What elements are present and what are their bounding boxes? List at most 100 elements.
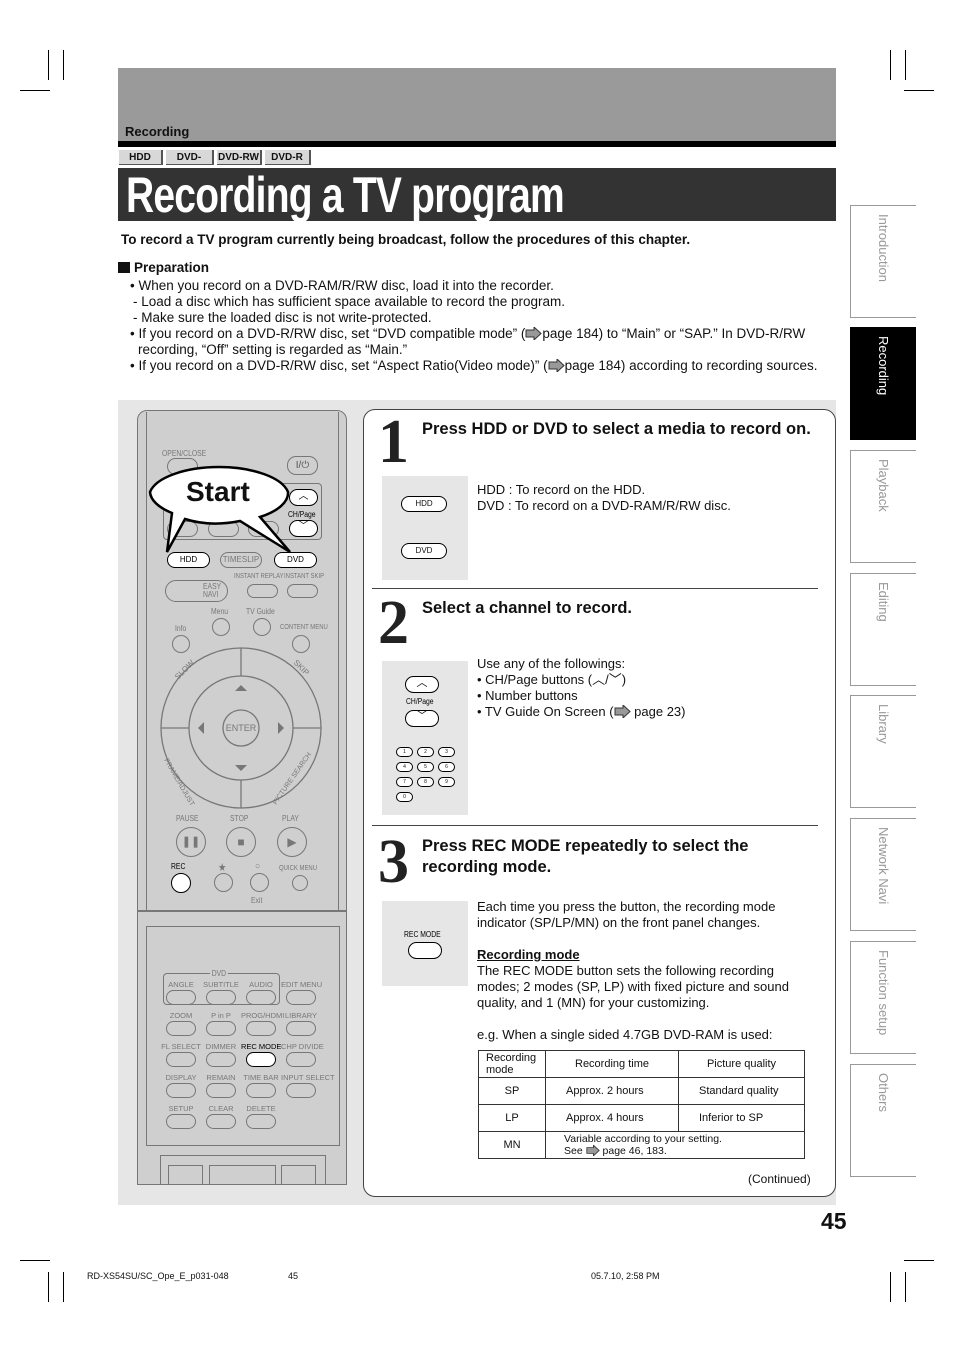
page-reference-arrow-icon bbox=[525, 327, 542, 340]
step-divider bbox=[372, 825, 818, 826]
tab-others[interactable]: Others bbox=[850, 1064, 916, 1177]
hdd-label: HDD bbox=[179, 555, 198, 564]
tab-introduction[interactable]: Introduction bbox=[850, 205, 916, 318]
step-text-part: • TV Guide On Screen ( bbox=[477, 704, 614, 719]
number-button: 3 bbox=[438, 747, 455, 757]
quick-menu-label: QUICK MENU bbox=[279, 865, 318, 872]
page-reference-arrow-icon bbox=[614, 705, 631, 718]
step-text-part: • CH/Page buttons ( bbox=[477, 672, 593, 687]
number-button: 6 bbox=[438, 762, 455, 772]
tab-library[interactable]: Library bbox=[850, 695, 916, 808]
pause-button: ❚❚ bbox=[176, 827, 206, 857]
tab-playback[interactable]: Playback bbox=[850, 450, 916, 563]
remote-button-prog-hdmi bbox=[246, 1021, 276, 1036]
remote-button-audio bbox=[246, 990, 276, 1005]
intro-text: To record a TV program currently being b… bbox=[121, 232, 691, 247]
prep-text: page 184) to “Main” or “SAP.” In DVD-R/R… bbox=[542, 326, 806, 341]
chevron-up-icon: ︿ bbox=[416, 677, 428, 689]
remote-button-label: DIMMER bbox=[205, 1042, 237, 1051]
tab-recording[interactable]: Recording bbox=[850, 327, 916, 440]
remote-button-zoom bbox=[166, 1021, 196, 1036]
example-text: e.g. When a single sided 4.7GB DVD-RAM i… bbox=[477, 1027, 773, 1042]
remote-button-edit-menu bbox=[286, 990, 316, 1005]
footer-file: RD-XS54SU/SC_Ope_E_p031-048 bbox=[87, 1271, 229, 1281]
remote-button-time-bar bbox=[246, 1083, 276, 1098]
header-band bbox=[118, 68, 836, 141]
table-cell: MN bbox=[478, 1131, 546, 1159]
tab-editing[interactable]: Editing bbox=[850, 573, 916, 686]
crop-mark bbox=[905, 50, 906, 80]
remote-button-label: DISPLAY bbox=[165, 1073, 197, 1082]
remote-button-label: AUDIO bbox=[249, 980, 273, 989]
page-number: 45 bbox=[821, 1208, 847, 1234]
remote-button-label: LIBRARY bbox=[285, 1011, 317, 1020]
step-text: modes; 2 modes (SP, LP) with fixed pictu… bbox=[477, 979, 789, 994]
dvd-group-label: DVD bbox=[210, 969, 228, 978]
step-text: • Number buttons bbox=[477, 688, 578, 703]
circle-button bbox=[250, 873, 269, 892]
pause-label: PAUSE bbox=[176, 814, 199, 823]
table-header-row: Recording mode Recording time Picture qual… bbox=[478, 1050, 805, 1078]
tab-network-navi[interactable]: Network Navi bbox=[850, 818, 916, 931]
step-text: DVD : To record on a DVD-RAM/R/RW disc. bbox=[477, 498, 731, 513]
crop-mark bbox=[904, 1260, 934, 1261]
step-text: • CH/Page buttons (︿/﹀) bbox=[477, 672, 627, 687]
remote-button-label: CHP DIVIDE bbox=[281, 1042, 324, 1051]
tab-label: Editing bbox=[876, 582, 891, 622]
remote-bottom-slot bbox=[209, 1165, 276, 1185]
menu-button bbox=[212, 618, 230, 636]
remote-button-chp-divide bbox=[286, 1052, 316, 1067]
preparation-heading: Preparation bbox=[118, 260, 209, 275]
star-button bbox=[214, 873, 233, 892]
crop-mark bbox=[20, 1260, 50, 1261]
remote-button-angle bbox=[166, 990, 196, 1005]
remote-button-delete bbox=[246, 1114, 276, 1129]
remote-button-library bbox=[286, 1021, 316, 1036]
remote-button-label: PROG/HDMI bbox=[241, 1011, 285, 1020]
remote-button-rec-mode bbox=[246, 1052, 276, 1067]
square-bullet-icon bbox=[118, 262, 130, 273]
instant-replay-button bbox=[247, 584, 278, 598]
remote-bottom-slot bbox=[281, 1165, 316, 1185]
remote-button-label: ZOOM bbox=[169, 1011, 193, 1020]
number-button: 9 bbox=[438, 777, 455, 787]
remote-button-setup bbox=[166, 1114, 196, 1129]
rec-button bbox=[171, 873, 191, 893]
media-badge-hdd: HDD bbox=[119, 150, 163, 165]
media-badge-dvd-r: DVD-R bbox=[265, 150, 311, 165]
remote-button-label: P in P bbox=[211, 1011, 231, 1020]
step-text: Use any of the followings: bbox=[477, 656, 626, 671]
instant-skip-label: INSTANT SKIP bbox=[284, 573, 325, 580]
prep-line: recording, “Off” setting is regarded as … bbox=[138, 342, 408, 357]
step-image bbox=[382, 476, 468, 580]
tab-function-setup[interactable]: Function setup bbox=[850, 941, 916, 1054]
step-text: • TV Guide On Screen ( page 23) bbox=[477, 704, 686, 720]
instant-replay-label: INSTANT REPLAY bbox=[234, 573, 284, 580]
recording-mode-subheading: Recording mode bbox=[477, 947, 580, 962]
stop-label: STOP bbox=[230, 814, 249, 823]
table-cell: Variable according to your setting. See p… bbox=[545, 1131, 805, 1159]
crop-mark bbox=[48, 50, 49, 80]
table-row: SP Approx. 2 hours Standard quality bbox=[478, 1077, 805, 1105]
instant-skip-button bbox=[287, 584, 318, 598]
crop-mark bbox=[890, 1272, 891, 1302]
prep-line: • If you record on a DVD-R/RW disc, set … bbox=[130, 326, 805, 342]
d-pad-icon: ENTER SLOW SKIP FRAME/ADJUST PICTURE SEA… bbox=[160, 647, 322, 809]
play-label: PLAY bbox=[282, 814, 299, 823]
number-button: 0 bbox=[396, 792, 413, 802]
table-row: LP Approx. 4 hours Inferior to SP bbox=[478, 1104, 805, 1132]
footer-date: 05.7.10, 2:58 PM bbox=[591, 1271, 660, 1281]
mn-note: page 46, 183. bbox=[602, 1145, 667, 1157]
rec-label: REC bbox=[171, 862, 186, 871]
enter-label: ENTER bbox=[226, 723, 257, 733]
remote-button-label: SETUP bbox=[168, 1104, 194, 1113]
recording-mode-table: Recording mode Recording time Picture qual… bbox=[478, 1050, 805, 1159]
tab-label: Playback bbox=[876, 459, 891, 512]
media-badge-dvd-ram: DVD-RAM bbox=[166, 150, 214, 178]
header-rule bbox=[118, 141, 836, 147]
crop-mark bbox=[20, 90, 50, 91]
step-number: 1 bbox=[378, 408, 409, 476]
table-header: Recording time bbox=[545, 1050, 679, 1078]
remote-button-label: TIME BAR bbox=[243, 1073, 279, 1082]
step-heading: Select a channel to record. bbox=[422, 599, 632, 617]
